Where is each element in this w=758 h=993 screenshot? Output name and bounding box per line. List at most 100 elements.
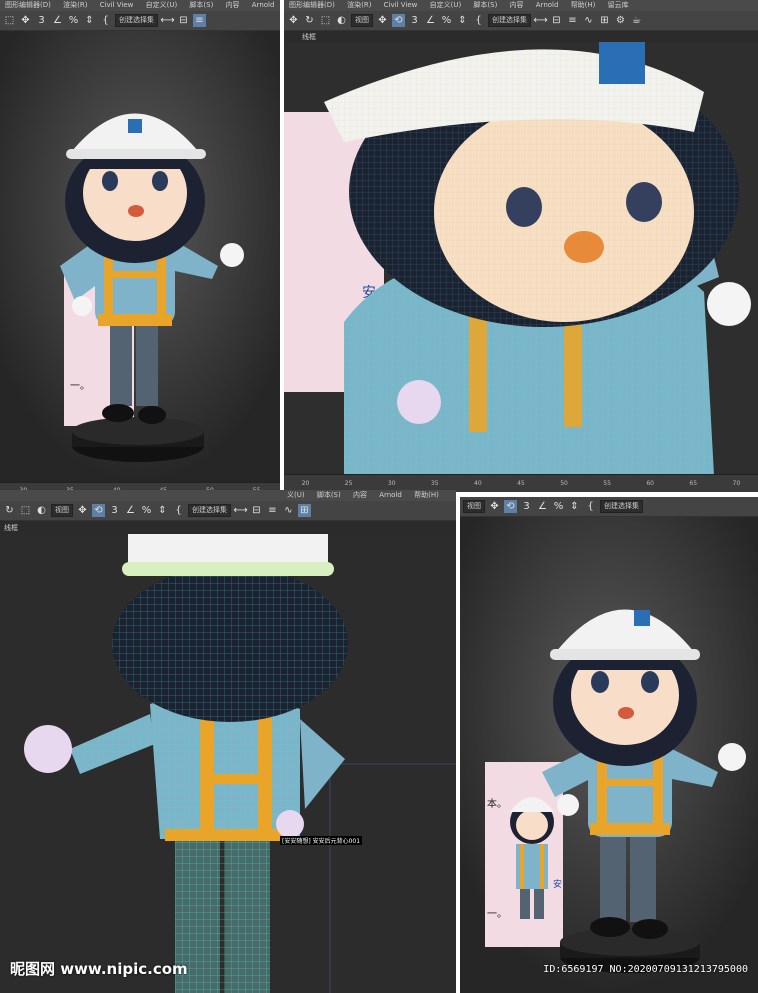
curve-editor-icon[interactable]: ∿ xyxy=(282,504,295,517)
menu-item[interactable]: 帮助(H) xyxy=(414,491,439,499)
schematic-icon[interactable]: ⊞ xyxy=(298,504,311,517)
angle-snap-icon[interactable]: ∠ xyxy=(536,500,549,513)
render-icon[interactable]: ☕ xyxy=(630,14,643,27)
ruler-tick: 70 xyxy=(732,480,741,487)
menu-item[interactable]: 内容 xyxy=(226,1,240,9)
menu-item[interactable]: 义(U) xyxy=(287,491,305,499)
menu-item[interactable]: 脚本(S) xyxy=(189,1,213,9)
percent-snap-icon[interactable]: % xyxy=(140,504,153,517)
move-icon[interactable]: ✥ xyxy=(76,504,89,517)
snap-icon[interactable]: 3 xyxy=(408,14,421,27)
angle-snap-icon[interactable]: ∠ xyxy=(124,504,137,517)
named-selection-icon[interactable]: { xyxy=(99,14,112,27)
layer-icon[interactable]: ≡ xyxy=(193,14,206,27)
align-icon[interactable]: ⊟ xyxy=(250,504,263,517)
viewport-label[interactable]: 线框 xyxy=(4,523,18,533)
menu-item[interactable]: 渲染(R) xyxy=(63,1,87,9)
menu-item[interactable]: 渲染(R) xyxy=(347,1,371,9)
ruler-tick: 20 xyxy=(301,480,310,487)
spinner-snap-icon[interactable]: ⇕ xyxy=(83,14,96,27)
snap-icon[interactable]: 3 xyxy=(35,14,48,27)
viewport-panel-bottom-left[interactable]: 义(U) 脚本(S) 内容 Arnold 帮助(H) ↻ ⬚ ◐ 视图 ✥ ⟲ … xyxy=(0,490,456,993)
curve-editor-icon[interactable]: ∿ xyxy=(582,14,595,27)
snap-icon[interactable]: 3 xyxy=(108,504,121,517)
selection-set-combo[interactable]: 创建选择集 xyxy=(188,504,231,517)
viewport-label[interactable]: 线框 xyxy=(302,32,316,42)
rotate-icon[interactable]: ⟲ xyxy=(392,14,405,27)
select-icon[interactable]: ⬚ xyxy=(319,14,332,27)
angle-snap-icon[interactable]: ∠ xyxy=(424,14,437,27)
ruler-tick: 25 xyxy=(344,480,353,487)
viewport-panel-bottom-right[interactable]: 视图 ✥ ⟲ 3 ∠ % ⇕ { 创建选择集 本。 一。 安 xyxy=(460,497,758,993)
spinner-snap-icon[interactable]: ⇕ xyxy=(156,504,169,517)
character-render: 一。 xyxy=(0,31,280,483)
main-toolbar: ⬚ ✥ 3 ∠ % ⇕ { 创建选择集 ⟷ ⊟ ≡ xyxy=(0,11,280,31)
rotate-icon[interactable]: ⟲ xyxy=(504,500,517,513)
move-icon[interactable]: ✥ xyxy=(376,14,389,27)
named-selection-icon[interactable]: { xyxy=(584,500,597,513)
menu-item[interactable]: Civil View xyxy=(100,1,134,9)
selection-set-combo[interactable]: 创建选择集 xyxy=(115,14,158,27)
move-icon[interactable]: ✥ xyxy=(287,14,300,27)
selection-set-combo[interactable]: 创建选择集 xyxy=(488,14,531,27)
ruler-tick: 30 xyxy=(387,480,396,487)
mirror-icon[interactable]: ⟷ xyxy=(533,14,547,27)
schematic-icon[interactable]: ⊞ xyxy=(598,14,611,27)
angle-snap-icon[interactable]: ∠ xyxy=(51,14,64,27)
redo-icon[interactable]: ↻ xyxy=(303,14,316,27)
move-icon[interactable]: ✥ xyxy=(488,500,501,513)
ruler-tick: 50 xyxy=(560,480,568,487)
viewport-perspective[interactable]: 一。 xyxy=(0,31,280,483)
image-id-watermark: ID:6569197 NO:20200709131213795000 xyxy=(543,964,748,975)
percent-snap-icon[interactable]: % xyxy=(67,14,80,27)
align-icon[interactable]: ⊟ xyxy=(550,14,563,27)
view-combo[interactable]: 视图 xyxy=(51,504,73,517)
poster-text: 安 xyxy=(553,878,562,890)
menu-bar: 义(U) 脚本(S) 内容 Arnold 帮助(H) xyxy=(0,490,456,501)
layer-icon[interactable]: ≡ xyxy=(566,14,579,27)
layer-icon[interactable]: ≡ xyxy=(266,504,279,517)
menu-item[interactable]: 内容 xyxy=(353,491,367,499)
menu-item[interactable]: 自定义(U) xyxy=(430,1,462,9)
menu-item[interactable]: 图形编辑器(D) xyxy=(5,1,51,9)
menu-item[interactable]: Arnold xyxy=(536,1,559,9)
view-combo[interactable]: 视图 xyxy=(463,500,485,513)
material-editor-icon[interactable]: ◐ xyxy=(35,504,48,517)
material-editor-icon[interactable]: ◐ xyxy=(335,14,348,27)
mirror-icon[interactable]: ⟷ xyxy=(160,14,174,27)
percent-snap-icon[interactable]: % xyxy=(552,500,565,513)
menu-item[interactable]: 内容 xyxy=(510,1,524,9)
menu-item[interactable]: 自定义(U) xyxy=(146,1,178,9)
spinner-snap-icon[interactable]: ⇕ xyxy=(568,500,581,513)
named-selection-icon[interactable]: { xyxy=(472,14,485,27)
rotate-icon[interactable]: ⟲ xyxy=(92,504,105,517)
mirror-icon[interactable]: ⟷ xyxy=(233,504,247,517)
viewport-perspective-wireframe[interactable]: 安 xyxy=(284,42,758,475)
named-selection-icon[interactable]: { xyxy=(172,504,185,517)
menu-item[interactable]: 脚本(S) xyxy=(473,1,497,9)
view-combo[interactable]: 视图 xyxy=(351,14,373,27)
menu-item[interactable]: 帮助(H) xyxy=(571,1,596,9)
align-icon[interactable]: ⊟ xyxy=(177,14,190,27)
character-wireframe-back xyxy=(0,534,456,993)
menu-item[interactable]: Arnold xyxy=(379,491,402,499)
main-toolbar: ✥ ↻ ⬚ ◐ 视图 ✥ ⟲ 3 ∠ % ⇕ { 创建选择集 ⟷ ⊟ ≡ ∿ ⊞… xyxy=(284,11,758,31)
render-setup-icon[interactable]: ⚙ xyxy=(614,14,627,27)
menu-item[interactable]: 图形编辑器(D) xyxy=(289,1,335,9)
snap-icon[interactable]: 3 xyxy=(520,500,533,513)
viewport-perspective-render[interactable]: 本。 一。 安 xyxy=(460,517,758,993)
viewport-panel-top-left[interactable]: 图形编辑器(D) 渲染(R) Civil View 自定义(U) 脚本(S) 内… xyxy=(0,0,280,497)
viewport-panel-top-right[interactable]: 图形编辑器(D) 渲染(R) Civil View 自定义(U) 脚本(S) 内… xyxy=(284,0,758,492)
redo-icon[interactable]: ↻ xyxy=(3,504,16,517)
select-icon[interactable]: ⬚ xyxy=(19,504,32,517)
menu-item[interactable]: 脚本(S) xyxy=(317,491,341,499)
select-icon[interactable]: ⬚ xyxy=(3,14,16,27)
move-icon[interactable]: ✥ xyxy=(19,14,32,27)
menu-item[interactable]: 留云库 xyxy=(608,1,629,9)
spinner-snap-icon[interactable]: ⇕ xyxy=(456,14,469,27)
percent-snap-icon[interactable]: % xyxy=(440,14,453,27)
selection-set-combo[interactable]: 创建选择集 xyxy=(600,500,643,513)
menu-item[interactable]: Arnold xyxy=(252,1,275,9)
menu-item[interactable]: Civil View xyxy=(384,1,418,9)
viewport-back-wireframe[interactable]: [安安随想] 安安后元背心001 xyxy=(0,534,456,993)
